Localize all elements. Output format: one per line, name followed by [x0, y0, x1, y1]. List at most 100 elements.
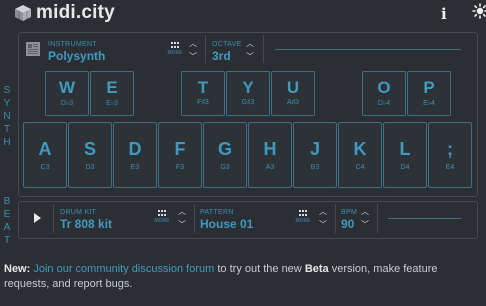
- pattern-label: PATTERN: [200, 209, 234, 216]
- key-note: F3: [175, 164, 185, 171]
- key-letter: Y: [242, 78, 254, 97]
- key-note: D4: [400, 164, 410, 171]
- info-icon[interactable]: i: [441, 5, 447, 23]
- pattern-stepper[interactable]: ︿ ﹀: [317, 205, 329, 231]
- side-letter: Y: [3, 98, 11, 109]
- side-letter: S: [3, 85, 11, 96]
- beat-side-label: B E A T: [2, 195, 12, 247]
- octave-stepper[interactable]: ︿ ﹀: [244, 37, 256, 63]
- key-h[interactable]: H A3: [248, 122, 292, 188]
- instrument-value[interactable]: Polysynth: [48, 49, 105, 63]
- chevron-up-icon[interactable]: ︿: [187, 37, 199, 50]
- key-letter: J: [309, 139, 320, 159]
- forum-link[interactable]: Join our community discussion forum: [33, 263, 214, 275]
- key-letter: F: [174, 139, 186, 159]
- volume-slider[interactable]: [275, 49, 461, 50]
- side-letter: A: [3, 222, 11, 233]
- key-note: D♭3: [60, 100, 74, 107]
- grid-icon: [299, 210, 307, 217]
- key-s[interactable]: S D3: [68, 122, 112, 188]
- key-letter: D: [128, 139, 142, 159]
- key-d[interactable]: D E3: [113, 122, 157, 188]
- chevron-down-icon[interactable]: ﹀: [359, 218, 371, 231]
- chevron-down-icon[interactable]: ﹀: [187, 50, 199, 63]
- chevron-up-icon[interactable]: ︿: [176, 205, 188, 218]
- chevron-up-icon[interactable]: ︿: [359, 205, 371, 218]
- key-note: D3: [85, 164, 95, 171]
- side-letter: T: [3, 235, 11, 246]
- key-letter: S: [83, 139, 96, 159]
- divider: [335, 204, 336, 233]
- instrument-label: INSTRUMENT: [48, 41, 97, 48]
- drum-kit-value[interactable]: Tr 808 kit: [60, 217, 112, 231]
- key-letter: T: [197, 78, 209, 97]
- key-note: G3: [220, 164, 230, 171]
- bpm-stepper[interactable]: ︿ ﹀: [359, 205, 371, 231]
- announcement: New: Join our community discussion forum…: [4, 262, 482, 292]
- divider: [263, 35, 264, 63]
- side-letter: E: [3, 209, 11, 220]
- octave-label: OCTAVE: [212, 41, 242, 48]
- key-j[interactable]: J B3: [293, 122, 337, 188]
- beat-volume-slider[interactable]: [388, 218, 461, 219]
- key-l[interactable]: L D4: [383, 122, 427, 188]
- key-p[interactable]: P E♭4: [407, 71, 451, 116]
- key-e[interactable]: E E♭3: [90, 71, 134, 116]
- key-letter: P: [423, 78, 435, 97]
- key-f[interactable]: F F3: [158, 122, 202, 188]
- key-u[interactable]: U A♯3: [271, 71, 315, 116]
- key-note: C4: [355, 164, 365, 171]
- logo-cube-icon: [15, 5, 31, 21]
- key-t[interactable]: T F♯3: [181, 71, 225, 116]
- key-a[interactable]: A C3: [23, 122, 67, 188]
- chevron-up-icon[interactable]: ︿: [317, 205, 329, 218]
- key-o[interactable]: O D♭4: [362, 71, 406, 116]
- key-letter: W: [58, 78, 76, 97]
- side-letter: B: [3, 196, 11, 207]
- drum-kit-stepper[interactable]: ︿ ﹀: [176, 205, 188, 231]
- chevron-down-icon[interactable]: ﹀: [176, 218, 188, 231]
- side-letter: T: [3, 124, 11, 135]
- beta-label: Beta: [304, 263, 329, 275]
- key-note: F♯3: [197, 99, 209, 106]
- key-letter: U: [286, 78, 300, 97]
- play-button[interactable]: [21, 204, 53, 233]
- instrument-more-button[interactable]: MORE: [165, 41, 185, 59]
- new-label: New:: [4, 263, 31, 275]
- instrument-stepper[interactable]: ︿ ﹀: [187, 37, 199, 63]
- divider: [53, 204, 54, 233]
- pattern-value[interactable]: House 01: [200, 217, 253, 231]
- more-label: MORE: [295, 218, 311, 224]
- more-label: MORE: [167, 50, 183, 56]
- key-letter: A: [38, 139, 52, 159]
- divider: [205, 35, 206, 63]
- key-semicolon[interactable]: ; E4: [428, 122, 472, 188]
- grid-icon: [171, 42, 179, 49]
- play-icon: [34, 213, 41, 223]
- key-note: A♯3: [286, 99, 300, 106]
- key-g[interactable]: G G3: [203, 122, 247, 188]
- chevron-down-icon[interactable]: ﹀: [317, 218, 329, 231]
- key-letter: G: [217, 139, 232, 159]
- key-note: E3: [130, 164, 140, 171]
- key-k[interactable]: K C4: [338, 122, 382, 188]
- key-y[interactable]: Y G♯3: [226, 71, 270, 116]
- key-note: G♯3: [241, 99, 255, 106]
- side-letter: N: [3, 111, 11, 122]
- app-name[interactable]: midi.city: [36, 2, 115, 24]
- key-note: D♭4: [377, 100, 391, 107]
- brightness-icon[interactable]: [472, 3, 486, 19]
- chevron-up-icon[interactable]: ︿: [244, 37, 256, 50]
- key-note: E♭3: [106, 100, 118, 107]
- pattern-more-button[interactable]: MORE: [293, 209, 313, 227]
- app-header: midi.city i: [0, 0, 486, 28]
- bpm-value[interactable]: 90: [341, 217, 354, 231]
- key-letter: K: [353, 139, 367, 159]
- chevron-down-icon[interactable]: ﹀: [244, 50, 256, 63]
- key-note: E4: [445, 164, 455, 171]
- keyboard-icon: [26, 42, 40, 56]
- key-w[interactable]: W D♭3: [45, 71, 89, 116]
- key-note: A3: [265, 164, 275, 171]
- drum-kit-more-button[interactable]: MORE: [152, 209, 172, 227]
- octave-value[interactable]: 3rd: [212, 49, 231, 63]
